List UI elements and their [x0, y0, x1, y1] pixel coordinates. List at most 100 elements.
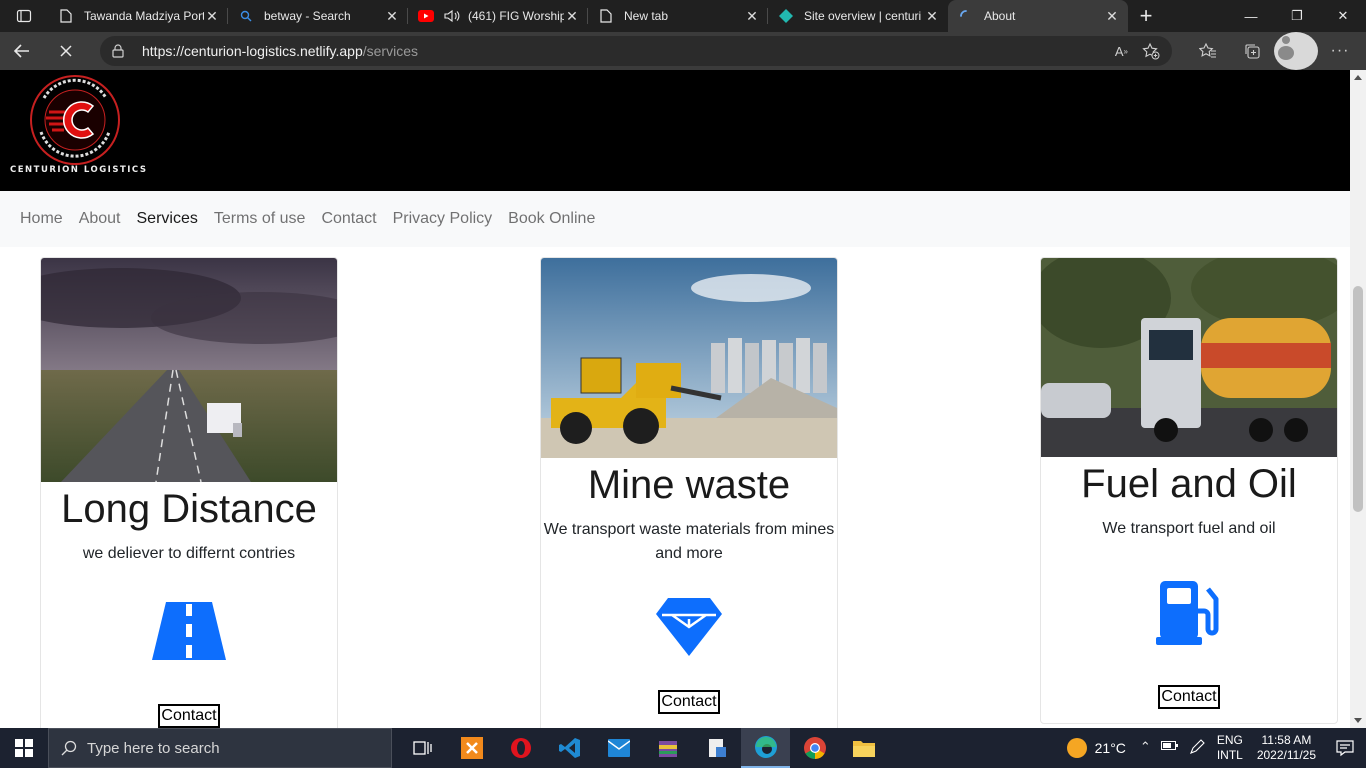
- close-icon[interactable]: ✕: [1104, 8, 1120, 25]
- favorites-icon[interactable]: [1186, 32, 1230, 70]
- browser-tab-betway[interactable]: betway - Search ✕: [228, 0, 408, 32]
- card-title: Fuel and Oil: [1081, 462, 1297, 506]
- more-options-icon[interactable]: ···: [1318, 32, 1362, 70]
- window-close-button[interactable]: ✕: [1320, 0, 1366, 32]
- winrar-icon[interactable]: [643, 728, 692, 768]
- browser-tab-netlify[interactable]: Site overview | centuri ✕: [768, 0, 948, 32]
- new-tab-button[interactable]: +: [1128, 0, 1164, 32]
- card-title: Mine waste: [587, 463, 791, 507]
- scrollbar-thumb[interactable]: [1353, 286, 1363, 512]
- nav-home[interactable]: Home: [20, 210, 63, 228]
- address-bar[interactable]: https://centurion-logistics.netlify.app /…: [100, 36, 1172, 66]
- contact-button[interactable]: Contact: [1158, 685, 1220, 709]
- taskbar-search-box[interactable]: Type here to search: [48, 728, 392, 768]
- close-icon[interactable]: ✕: [924, 8, 940, 25]
- scroll-up-icon[interactable]: [1354, 75, 1362, 80]
- tray-icons: ⌃: [1140, 739, 1205, 758]
- window-controls: — ❐ ✕: [1228, 0, 1366, 32]
- notifications-button[interactable]: [1330, 739, 1360, 757]
- contact-button[interactable]: Contact: [158, 704, 220, 728]
- clock-date: 2022/11/25: [1256, 748, 1316, 762]
- lock-icon[interactable]: [112, 44, 132, 58]
- installer-icon[interactable]: [692, 728, 741, 768]
- tab-actions-button[interactable]: [0, 0, 48, 32]
- chrome-icon[interactable]: [790, 728, 839, 768]
- close-icon[interactable]: ✕: [384, 8, 400, 25]
- battery-icon[interactable]: [1160, 739, 1179, 758]
- browser-tab-youtube[interactable]: (461) FIG Worship ✕: [408, 0, 588, 32]
- road-icon: [152, 602, 226, 660]
- language-indicator[interactable]: ENG INTL: [1217, 733, 1243, 763]
- nav-about[interactable]: About: [79, 210, 121, 228]
- pen-icon[interactable]: [1189, 738, 1205, 758]
- mail-icon[interactable]: [594, 728, 643, 768]
- browser-tab-about[interactable]: About ✕: [948, 0, 1128, 32]
- opera-icon[interactable]: [496, 728, 545, 768]
- start-button[interactable]: [0, 728, 48, 768]
- browser-toolbar: https://centurion-logistics.netlify.app /…: [0, 32, 1366, 70]
- edge-icon[interactable]: [741, 728, 790, 768]
- nav-book-online[interactable]: Book Online: [508, 210, 595, 228]
- mining-loader-image: [541, 258, 837, 458]
- tab-actions-icon: [16, 9, 32, 23]
- stop-loading-button[interactable]: [44, 32, 88, 70]
- service-card-fuel-and-oil: Fuel and Oil We transport fuel and oil C…: [1040, 257, 1338, 724]
- taskbar-apps: [398, 728, 888, 768]
- restore-button[interactable]: ❐: [1274, 0, 1320, 32]
- tab-title: About: [984, 9, 1016, 23]
- nav-contact[interactable]: Contact: [321, 210, 376, 228]
- service-card-mine-waste: Mine waste We transport waste materials …: [540, 257, 838, 728]
- close-icon[interactable]: ✕: [564, 8, 580, 25]
- close-icon[interactable]: ✕: [744, 8, 760, 25]
- minimize-button[interactable]: —: [1228, 0, 1274, 32]
- search-icon: [238, 8, 254, 24]
- site-header: CENTURION LOGISTICS: [0, 70, 1350, 191]
- page-viewport: CENTURION LOGISTICS Home About Services …: [0, 70, 1350, 728]
- close-icon[interactable]: ✕: [204, 8, 220, 25]
- card-icon-wrap: [541, 598, 837, 656]
- contact-button[interactable]: Contact: [658, 690, 720, 714]
- taskbar-clock[interactable]: 11:58 AM 2022/11/25: [1257, 733, 1316, 763]
- xampp-icon[interactable]: [447, 728, 496, 768]
- gem-icon: [656, 598, 722, 656]
- nav-services[interactable]: Services: [137, 210, 198, 228]
- profile-button[interactable]: [1274, 32, 1318, 70]
- back-button[interactable]: [0, 32, 44, 70]
- tab-title: Site overview | centuri: [804, 9, 922, 23]
- tab-title: New tab: [624, 9, 669, 23]
- avatar: [1274, 32, 1318, 70]
- add-favorite-icon[interactable]: [1142, 42, 1160, 60]
- chevron-up-icon[interactable]: ⌃: [1140, 739, 1151, 758]
- card-icon-wrap: [41, 602, 337, 660]
- vscode-icon[interactable]: [545, 728, 594, 768]
- loading-icon: [958, 8, 974, 24]
- task-view-icon[interactable]: [398, 728, 447, 768]
- card-title: Long Distance: [61, 487, 317, 531]
- nav-privacy-policy[interactable]: Privacy Policy: [393, 210, 493, 228]
- card-text: We transport fuel and oil: [1102, 520, 1276, 537]
- clock-time: 11:58 AM: [1261, 733, 1312, 747]
- notification-icon: [1336, 740, 1354, 757]
- file-explorer-icon[interactable]: [839, 728, 888, 768]
- tab-title: Tawanda Madziya Port: [84, 9, 204, 23]
- browser-tab-portfolio[interactable]: Tawanda Madziya Port ✕: [48, 0, 228, 32]
- sun-icon: [1066, 738, 1087, 758]
- netlify-icon: [778, 8, 794, 24]
- service-card-long-distance: Long Distance we deliever to differnt co…: [40, 257, 338, 728]
- weather-temp: 21°C: [1094, 740, 1126, 756]
- windows-taskbar: Type here to search 21°C ⌃ ENG INTL 11:5…: [0, 728, 1366, 768]
- collections-icon[interactable]: [1230, 32, 1274, 70]
- fuel-pump-icon: [1156, 581, 1219, 645]
- nav-terms-of-use[interactable]: Terms of use: [214, 210, 306, 228]
- highway-truck-image: [41, 258, 337, 482]
- lang-layout: INTL: [1216, 748, 1243, 762]
- search-icon: [61, 740, 77, 756]
- speaker-icon[interactable]: [444, 8, 460, 24]
- url-path: /services: [362, 43, 418, 59]
- weather-widget[interactable]: 21°C: [1066, 738, 1126, 758]
- page-scrollbar[interactable]: [1350, 70, 1366, 728]
- read-aloud-icon[interactable]: A»: [1115, 42, 1128, 60]
- scroll-down-icon[interactable]: [1354, 718, 1362, 723]
- browser-tab-new[interactable]: New tab ✕: [588, 0, 768, 32]
- centurion-logo[interactable]: CENTURION LOGISTICS: [8, 72, 148, 176]
